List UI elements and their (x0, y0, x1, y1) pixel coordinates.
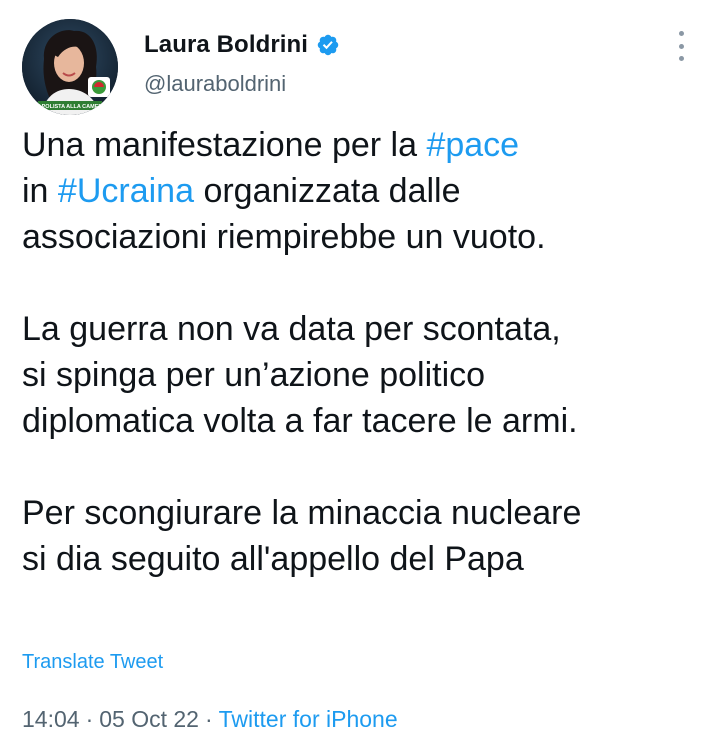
tweet-text-segment: La guerra non va data per scontata, (22, 310, 561, 348)
tweet-paragraph: Una manifestazione per la #pace in #Ucrai… (22, 122, 702, 260)
tweet-source-link[interactable]: Twitter for iPhone (219, 706, 398, 733)
tweet-time: 14:04 (22, 706, 80, 732)
verified-badge-icon (317, 34, 339, 56)
separator: · (204, 706, 213, 732)
tweet-date: 05 Oct 22 (99, 706, 199, 732)
tweet-text-segment: organizzata dalle (194, 172, 461, 210)
tweet-paragraph: Per scongiurare la minaccia nucleare si d… (22, 490, 702, 582)
tweet-text-segment: si spinga per un’azione politico (22, 356, 486, 394)
tweet-text-segment: si dia seguito all'appello del Papa (22, 540, 524, 578)
tweet-text: Una manifestazione per la #pace in #Ucrai… (22, 122, 702, 582)
avatar[interactable]: CAPOLISTA ALLA CAMERA (22, 19, 118, 115)
tweet-text-segment: associazioni riempirebbe un vuoto. (22, 218, 546, 256)
more-options-icon[interactable] (673, 31, 689, 61)
tweet-text-segment: in (22, 172, 58, 210)
tweet-text-segment: Una manifestazione per la (22, 126, 427, 164)
display-name[interactable]: Laura Boldrini (144, 31, 308, 59)
hashtag-link[interactable]: #pace (426, 126, 519, 164)
tweet-text-segment: Per scongiurare la minaccia nucleare (22, 494, 582, 532)
avatar-caption: CAPOLISTA ALLA CAMERA (34, 104, 107, 110)
hashtag-link[interactable]: #Ucraina (58, 172, 194, 210)
user-handle[interactable]: @lauraboldrini (144, 71, 286, 97)
tweet-paragraph: La guerra non va data per scontata, si sp… (22, 306, 702, 444)
tweet-card: CAPOLISTA ALLA CAMERA Laura Boldrini @la… (0, 0, 715, 750)
name-row: Laura Boldrini (144, 31, 340, 59)
tweet-header: CAPOLISTA ALLA CAMERA Laura Boldrini @la… (20, 17, 695, 115)
separator: · (85, 706, 94, 732)
tweet-text-segment: diplomatica volta a far tacere le armi. (22, 402, 578, 440)
translate-tweet-link[interactable]: Translate Tweet (22, 651, 163, 674)
tweet-metadata: 14:04 · 05 Oct 22 · Twitter for iPhone (22, 706, 398, 733)
profile-photo-icon: CAPOLISTA ALLA CAMERA (22, 19, 118, 115)
